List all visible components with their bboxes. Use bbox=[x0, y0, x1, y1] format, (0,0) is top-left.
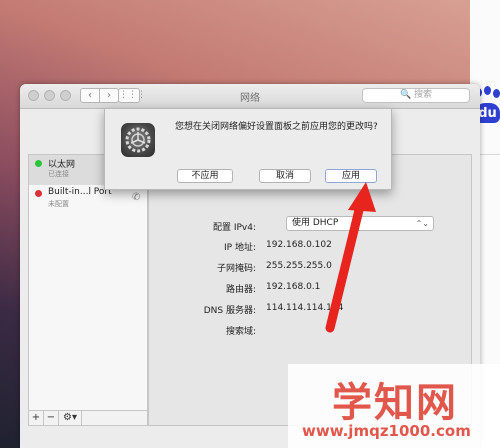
zoom-window-button[interactable] bbox=[60, 90, 71, 101]
window-title: 网络 bbox=[240, 93, 260, 104]
service-name: Built-in...l Port bbox=[48, 187, 112, 197]
dns-server-label: DNS 服务器: bbox=[203, 306, 256, 316]
status-dot-icon bbox=[35, 160, 42, 167]
back-button[interactable]: ‹ bbox=[80, 88, 100, 103]
remove-service-button[interactable]: − bbox=[44, 411, 59, 425]
ip-address-label: IP 地址: bbox=[224, 243, 256, 253]
add-service-button[interactable]: + bbox=[29, 411, 44, 425]
forward-button[interactable]: › bbox=[99, 88, 119, 103]
show-all-grid-button[interactable]: ⋮⋮⋮ bbox=[118, 88, 146, 103]
service-status: 未配置 bbox=[48, 200, 69, 208]
close-window-button[interactable] bbox=[28, 90, 39, 101]
service-list: 以太网 已连接 Built-in...l Port 未配置 ✆ bbox=[28, 154, 148, 426]
system-preferences-gear-icon bbox=[121, 123, 155, 157]
status-dot-icon bbox=[35, 190, 42, 197]
search-field[interactable]: 🔍 搜索 bbox=[362, 88, 470, 103]
site-watermark: 学知网 www.jmqz1000.com bbox=[288, 364, 500, 448]
title-bar: ‹ › ⋮⋮⋮ 网络 🔍 搜索 bbox=[20, 84, 480, 109]
router-label: 路由器: bbox=[225, 285, 256, 295]
sheet-message: 您想在关闭网络偏好设置面板之前应用您的更改吗? bbox=[175, 122, 378, 132]
ipv4-config-label: 配置 IPv4: bbox=[212, 223, 256, 233]
service-status: 已连接 bbox=[48, 170, 69, 178]
chevron-updown-icon: ⌃⌄ bbox=[415, 219, 429, 228]
red-arrow-annotation bbox=[325, 182, 376, 333]
dont-apply-button[interactable]: 不应用 bbox=[177, 169, 233, 183]
watermark-title: 学知网 bbox=[332, 380, 458, 426]
phone-icon: ✆ bbox=[132, 192, 141, 203]
subnet-mask-label: 子网掩码: bbox=[216, 264, 256, 274]
minimize-window-button[interactable] bbox=[44, 90, 55, 101]
service-actions-gear-icon[interactable]: ⚙▾ bbox=[59, 411, 82, 425]
search-domains-label: 搜索域: bbox=[225, 327, 256, 337]
watermark-url: www.jmqz1000.com bbox=[302, 422, 471, 440]
service-toolbar: + − ⚙▾ bbox=[28, 410, 148, 426]
